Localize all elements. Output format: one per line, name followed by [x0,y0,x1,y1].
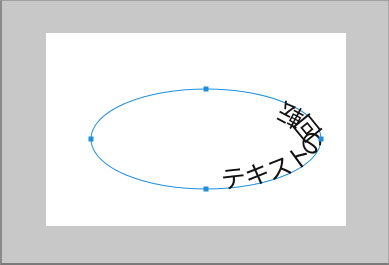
drawing-canvas[interactable]: テキストの回転 [46,33,346,226]
text-on-path[interactable]: テキストの回転 [219,96,329,195]
page-canvas[interactable]: テキストの回転 [46,33,346,226]
document-window: テキストの回転 [0,0,389,265]
selection-handle-top[interactable] [203,86,209,92]
selection-handle-bottom[interactable] [203,186,209,192]
selection-handle-left[interactable] [88,136,94,142]
path-text-content: テキストの回転 [219,96,329,195]
selection-handle-right[interactable] [318,136,324,142]
